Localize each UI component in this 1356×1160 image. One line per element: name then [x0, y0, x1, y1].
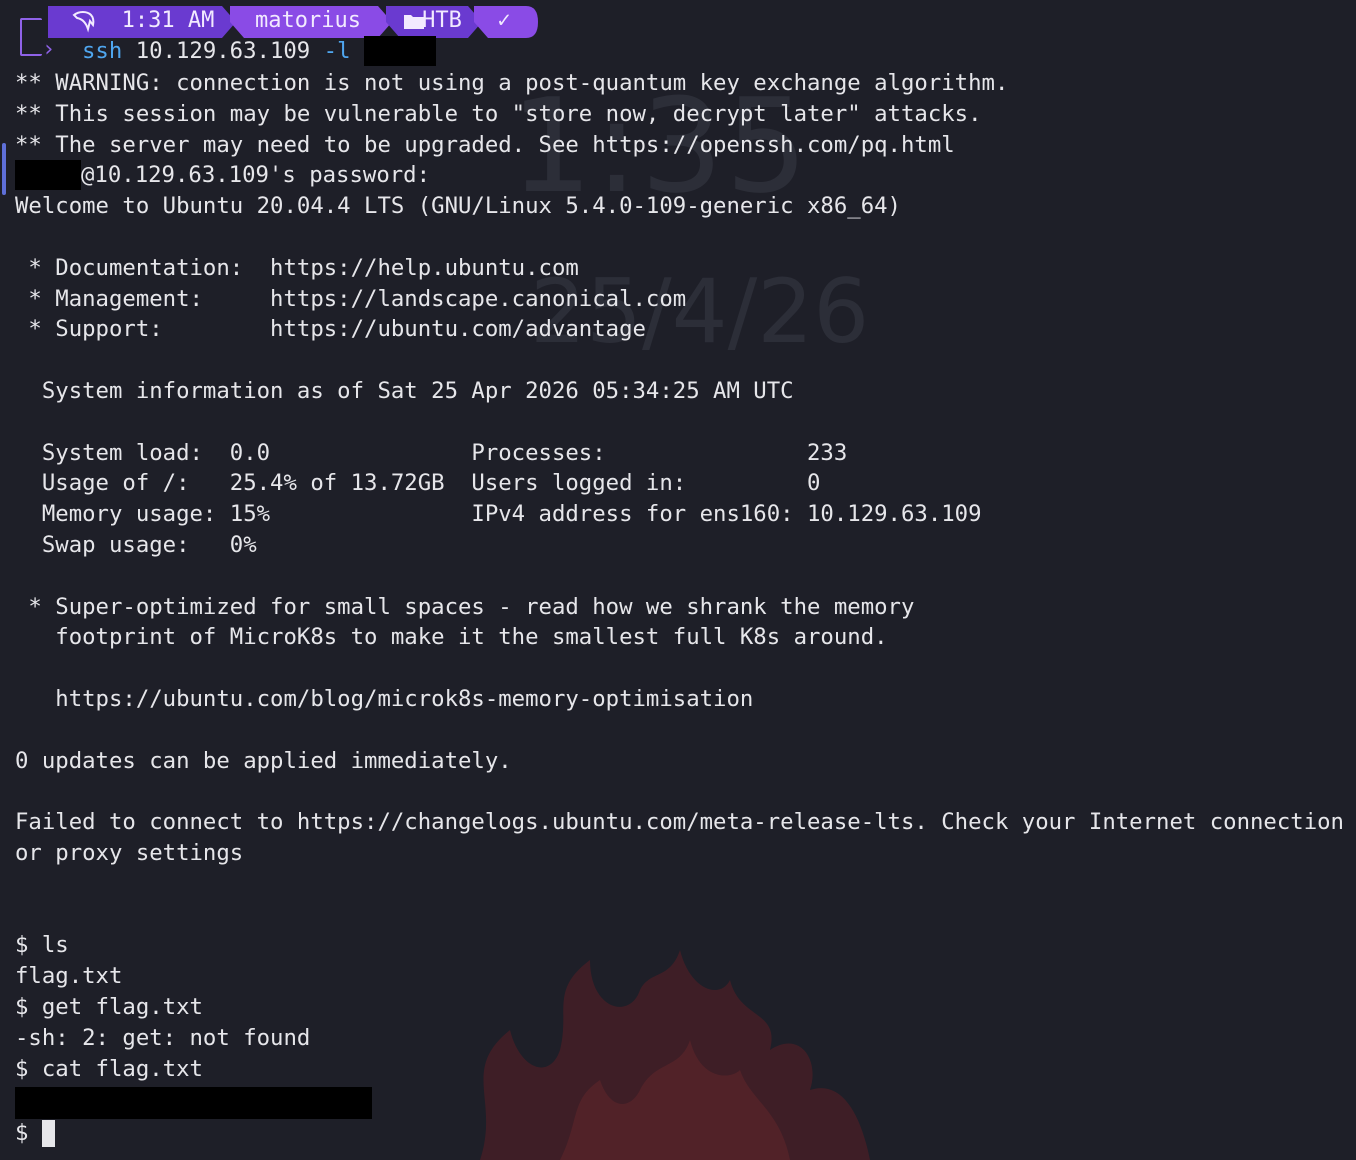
shell-prompt-line[interactable]: $	[15, 1118, 1356, 1149]
output-line: Failed to connect to https://changelogs.…	[15, 809, 1344, 836]
output-line: * Support: https://ubuntu.com/advantage	[15, 316, 646, 343]
output-line: Swap usage: 0%	[15, 531, 257, 558]
output-line: System information as of Sat 25 Apr 2026…	[15, 377, 794, 404]
prompt-directory: HTB	[422, 8, 462, 33]
scrollbar-indicator[interactable]	[2, 143, 6, 195]
redacted-username	[15, 160, 81, 191]
output-line: 0 updates can be applied immediately.	[15, 747, 512, 774]
output-line: * Super-optimized for small spaces - rea…	[15, 593, 915, 620]
output-line: Memory usage: 15% IPv4 address for ens16…	[15, 501, 982, 528]
prompt-time: 1:31 AM	[121, 8, 215, 33]
output-line: ** This session may be vulnerable to "st…	[15, 100, 982, 127]
output-line: https://ubuntu.com/blog/microk8s-memory-…	[15, 685, 754, 712]
shell-command-line: $ cat flag.txt	[15, 1055, 203, 1082]
prompt-status-check-icon: ✓	[497, 8, 511, 33]
output-line: System load: 0.0 Processes: 233	[15, 439, 848, 466]
command-flag: -l	[323, 38, 351, 64]
prompt-user: matorius	[255, 8, 361, 33]
password-prompt-line: @10.129.63.109's password:	[15, 160, 1356, 191]
redacted-username	[363, 36, 436, 66]
terminal-output: ** WARNING: connection is not using a po…	[15, 68, 1356, 1149]
prompt-arrow-icon: ›	[42, 37, 56, 62]
output-line: * Management: https://landscape.canonica…	[15, 285, 687, 312]
command-line[interactable]: ssh 10.129.63.109 -l	[82, 36, 436, 67]
output-line: footprint of MicroK8s to make it the sma…	[15, 624, 888, 651]
text-cursor	[41, 1120, 55, 1148]
command-args: 10.129.63.109	[122, 38, 324, 64]
shell-command-line: $ ls	[15, 932, 69, 959]
redacted-flag-line	[15, 1084, 1356, 1120]
terminal-window[interactable]: 1:35 25/4/26 1:31 AM matorius HTB ✓ › ss…	[0, 0, 1356, 1160]
output-line: ** The server may need to be upgraded. S…	[15, 131, 955, 158]
dragon-icon	[64, 5, 104, 37]
shell-command-line: $ get flag.txt	[15, 993, 203, 1020]
output-line: flag.txt	[15, 963, 123, 990]
password-prompt-text: @10.129.63.109's password:	[81, 162, 431, 189]
output-line: Usage of /: 25.4% of 13.72GB Users logge…	[15, 470, 821, 497]
command-program: ssh	[82, 38, 123, 64]
output-line: or proxy settings	[15, 839, 244, 866]
output-line: ** WARNING: connection is not using a po…	[15, 70, 1009, 96]
output-line: * Documentation: https://help.ubuntu.com	[15, 254, 579, 281]
redacted-flag	[15, 1087, 372, 1120]
output-line: Welcome to Ubuntu 20.04.4 LTS (GNU/Linux…	[15, 193, 901, 220]
shell-prompt: $	[15, 1120, 42, 1147]
error-line: -sh: 2: get: not found	[15, 1024, 311, 1051]
